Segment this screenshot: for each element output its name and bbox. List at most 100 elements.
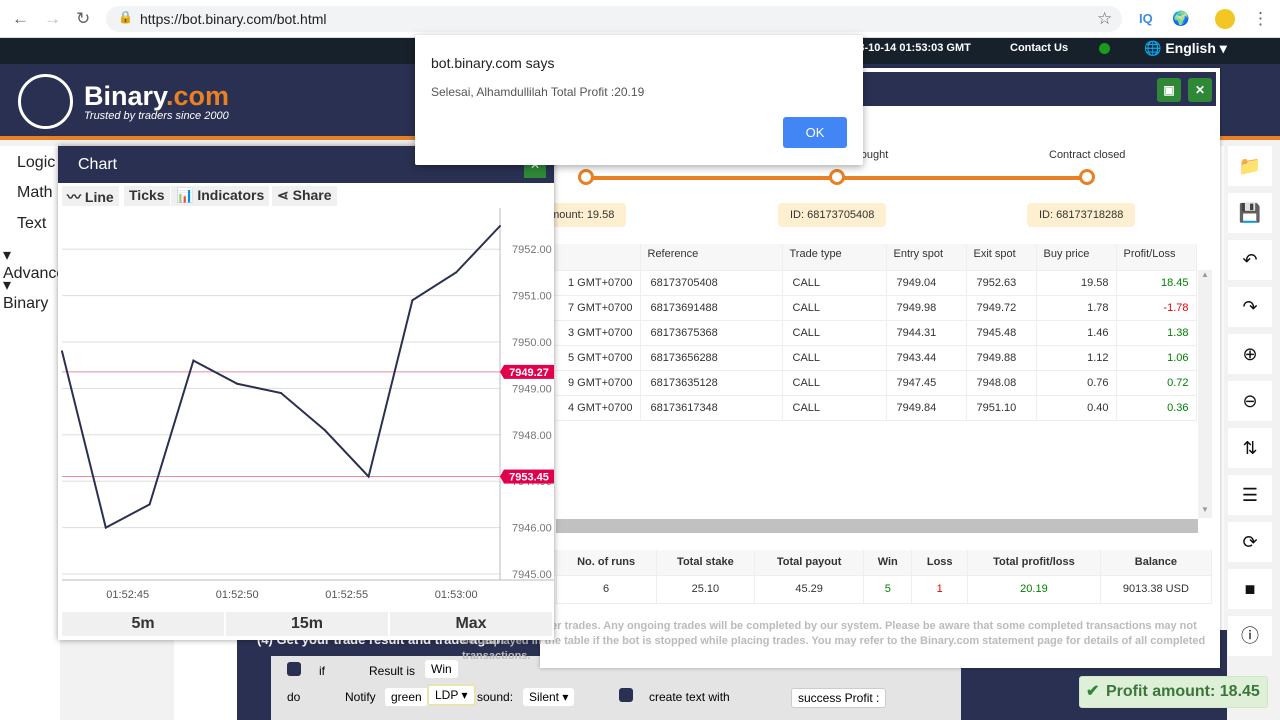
table-cell: CALL bbox=[782, 320, 887, 346]
brand-main: Binary bbox=[84, 81, 167, 111]
contact-us-link[interactable]: Contact Us bbox=[1010, 42, 1068, 54]
table-cell: 0.36 bbox=[1116, 395, 1197, 421]
table-cell: CALL bbox=[782, 370, 887, 396]
notify-label: Notify bbox=[345, 690, 376, 704]
sound-dropdown[interactable]: Silent ▾ bbox=[523, 688, 575, 706]
toolbox-text[interactable]: Text bbox=[17, 215, 46, 233]
vertical-scrollbar[interactable]: ▲ ▼ bbox=[1198, 270, 1212, 518]
zoom-out-icon[interactable]: ⊖ bbox=[1228, 381, 1272, 421]
color-dropdown[interactable]: green bbox=[385, 688, 428, 706]
info-icon[interactable]: ⓘ bbox=[1228, 616, 1272, 656]
range-15m[interactable]: 15m bbox=[226, 612, 388, 636]
line-button[interactable]: 〰 Line bbox=[62, 186, 119, 206]
forward-icon[interactable]: → bbox=[44, 9, 61, 29]
ok-button[interactable]: OK bbox=[783, 117, 847, 148]
refresh-icon[interactable]: ⟳ bbox=[1228, 522, 1272, 562]
range-max[interactable]: Max bbox=[390, 612, 552, 636]
extension-globe-icon[interactable]: 🌍 bbox=[1172, 10, 1189, 27]
table-cell: 7949.04 bbox=[886, 270, 967, 296]
y-tick-label: 7950.00 bbox=[512, 337, 552, 349]
table-cell: 7944.31 bbox=[886, 320, 967, 346]
barrier-label: 7953.45 bbox=[509, 472, 549, 484]
tagline: Trusted by traders since 2000 bbox=[84, 110, 229, 122]
gear-icon[interactable] bbox=[619, 688, 633, 702]
chart-dialog[interactable]: Chart ✕ 〰 Line Ticks 📊 Indicators ⋖ Shar… bbox=[58, 146, 554, 640]
table-cell: 68173675368 bbox=[640, 320, 783, 346]
column-header[interactable]: Trade type bbox=[782, 244, 887, 271]
barrier-pointer bbox=[500, 364, 504, 379]
result-dropdown[interactable]: Win bbox=[425, 660, 458, 678]
table-cell: CALL bbox=[782, 295, 887, 321]
column-header[interactable]: Buy price bbox=[1036, 244, 1117, 271]
summary-header: Loss bbox=[911, 550, 969, 576]
toolbox-binary[interactable]: ▾ Binary bbox=[3, 275, 60, 313]
avatar[interactable] bbox=[1215, 9, 1235, 29]
stop-icon[interactable]: ■ bbox=[1228, 569, 1272, 609]
share-button[interactable]: ⋖ Share bbox=[272, 186, 337, 206]
toolbox-label: Binary bbox=[3, 295, 49, 312]
toolbox-logic[interactable]: Logic bbox=[17, 154, 55, 172]
table-row: 7 GMT+0700 68173691488 CALL 7949.98 7949.72 1… bbox=[480, 295, 1197, 321]
sort-icon[interactable]: ⇅ bbox=[1228, 428, 1272, 468]
folder-icon[interactable]: 📁 bbox=[1228, 146, 1272, 186]
x-tick-label: 01:53:00 bbox=[435, 589, 478, 601]
gear-icon[interactable] bbox=[287, 662, 301, 676]
language-label: English bbox=[1165, 40, 1216, 56]
column-header[interactable]: Entry spot bbox=[886, 244, 967, 271]
logo-icon[interactable] bbox=[18, 74, 73, 129]
step-dot bbox=[578, 169, 594, 185]
zoom-in-icon[interactable]: ⊕ bbox=[1228, 334, 1272, 374]
data-point bbox=[61, 350, 63, 353]
ticks-button[interactable]: Ticks bbox=[124, 186, 170, 206]
extension-iq-icon[interactable]: IQ bbox=[1139, 11, 1153, 26]
table-cell: 19.58 bbox=[1036, 270, 1117, 296]
trades-table: TimestampReferenceTrade typeEntry spotEx… bbox=[480, 244, 1197, 421]
list-icon[interactable]: ☰ bbox=[1228, 475, 1272, 515]
text-input[interactable]: success Profit : bbox=[791, 688, 887, 708]
column-header[interactable]: Profit/Loss bbox=[1116, 244, 1197, 271]
star-icon[interactable]: ☆ bbox=[1097, 9, 1112, 29]
summary-table: No. of runs Total stake Total payout Win Los… bbox=[480, 550, 1212, 604]
redo-icon[interactable]: ↷ bbox=[1228, 287, 1272, 327]
summary-value: 45.29 bbox=[754, 575, 865, 604]
save-icon[interactable]: 💾 bbox=[1228, 193, 1272, 233]
column-header[interactable]: Reference bbox=[640, 244, 783, 271]
range-5m[interactable]: 5m bbox=[62, 612, 224, 636]
back-icon[interactable]: ← bbox=[12, 9, 29, 29]
indicators-button[interactable]: 📊 Indicators bbox=[171, 186, 270, 206]
step-dot bbox=[829, 169, 845, 185]
url-bar[interactable]: 🔒 https://bot.binary.com/bot.html bbox=[106, 6, 1122, 32]
table-cell: 7949.72 bbox=[966, 295, 1037, 321]
undo-icon[interactable]: ↶ bbox=[1228, 240, 1272, 280]
data-point bbox=[280, 392, 282, 395]
barrier-label: 7949.27 bbox=[509, 367, 549, 379]
table-cell: CALL bbox=[782, 345, 887, 371]
toolbox-math[interactable]: Math bbox=[17, 184, 53, 202]
sound-label: sound: bbox=[477, 690, 514, 704]
chart-plot[interactable]: 7945.007946.007947.007948.007949.007950.… bbox=[58, 208, 554, 608]
summary-value: 9013.38 USD bbox=[1100, 575, 1212, 604]
y-tick-label: 7945.00 bbox=[512, 569, 552, 581]
summary-value: 1 bbox=[911, 575, 969, 604]
save-icon[interactable]: ▣ bbox=[1157, 78, 1181, 102]
table-cell: 7949.98 bbox=[886, 295, 967, 321]
reload-icon[interactable]: ↻ bbox=[76, 9, 90, 29]
table-cell: 68173617348 bbox=[640, 395, 783, 421]
trades-table-wrap[interactable]: TimestampReferenceTrade typeEntry spotEx… bbox=[480, 244, 1198, 520]
y-tick-label: 7952.00 bbox=[512, 244, 552, 256]
table-row: 3 GMT+0700 68173675368 CALL 7944.31 7945.48 1… bbox=[480, 320, 1197, 346]
horizontal-scrollbar[interactable] bbox=[556, 519, 1198, 533]
ldp-dropdown[interactable]: LDP ▾ bbox=[427, 684, 476, 706]
browser-bar: ← → ↻ 🔒 https://bot.binary.com/bot.html ☆… bbox=[0, 0, 1280, 38]
summary-header: Total payout bbox=[754, 550, 865, 576]
table-cell: 68173705408 bbox=[640, 270, 783, 296]
column-header[interactable]: Exit spot bbox=[966, 244, 1037, 271]
menu-icon[interactable]: ⋮ bbox=[1252, 9, 1269, 29]
brand-logo[interactable]: Binary.com bbox=[84, 81, 229, 112]
sound-value: Silent bbox=[529, 690, 560, 704]
table-cell: 68173691488 bbox=[640, 295, 783, 321]
summary-header: Win bbox=[863, 550, 913, 576]
table-cell: 1.06 bbox=[1116, 345, 1197, 371]
close-icon[interactable]: ✕ bbox=[1188, 78, 1212, 102]
language-select[interactable]: 🌐 English ▾ bbox=[1144, 40, 1227, 57]
